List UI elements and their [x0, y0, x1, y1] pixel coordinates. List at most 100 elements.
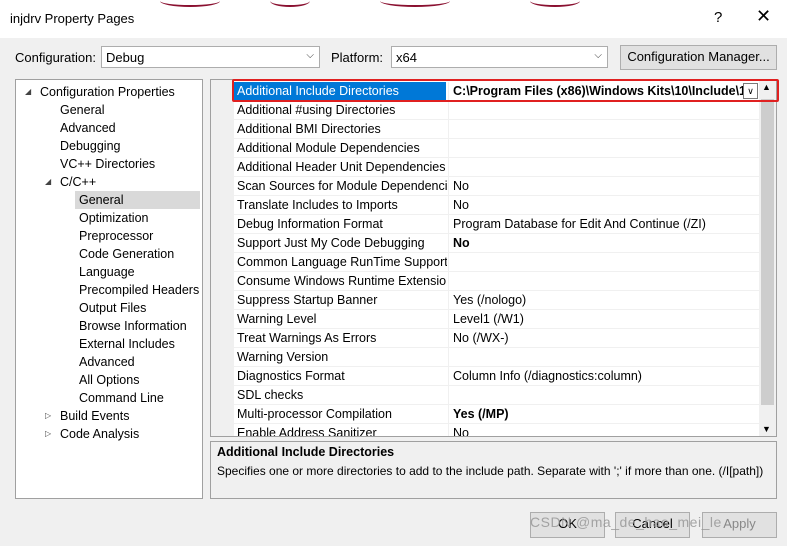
property-row[interactable]: Diagnostics Format Column Info (/diagnost…	[234, 367, 761, 386]
description-panel: Additional Include Directories Specifies…	[210, 441, 777, 499]
property-tree[interactable]: ◢ Configuration Properties General Advanced…	[15, 79, 203, 499]
description-title: Additional Include Directories	[217, 445, 395, 459]
apply-button[interactable]: Apply	[702, 512, 777, 538]
configuration-select[interactable]: Debug ⌵	[101, 46, 320, 68]
property-value[interactable]: Yes (/nologo)	[448, 291, 758, 309]
expand-toggle-icon[interactable]: ◢	[25, 87, 31, 96]
tree-item[interactable]: Configuration Properties	[40, 83, 175, 101]
grid-gutter	[211, 80, 234, 436]
property-row[interactable]: Enable Address Sanitizer No	[234, 424, 761, 437]
property-row[interactable]: Treat Warnings As Errors No (/WX-)	[234, 329, 761, 348]
property-row[interactable]: Common Language RunTime Support	[234, 253, 761, 272]
help-button[interactable]: ?	[714, 9, 722, 26]
tree-item[interactable]: Debugging	[60, 137, 120, 155]
property-value[interactable]: No	[448, 177, 758, 195]
tree-item[interactable]: Advanced	[60, 119, 116, 137]
property-name: Additional Module Dependencies	[237, 141, 420, 155]
chevron-down-icon: ⌵	[306, 50, 314, 61]
background-window-bleed	[150, 0, 650, 7]
property-name: Additional BMI Directories	[237, 122, 381, 136]
scroll-up-icon[interactable]: ▲	[762, 82, 771, 92]
close-button[interactable]: ✕	[756, 6, 771, 27]
configuration-label: Configuration:	[15, 50, 96, 65]
tree-item[interactable]: External Includes	[79, 335, 175, 353]
tree-item[interactable]: Optimization	[79, 209, 148, 227]
property-name: Warning Level	[237, 312, 317, 326]
description-text: Specifies one or more directories to add…	[217, 464, 764, 478]
property-name: Diagnostics Format	[237, 369, 345, 383]
property-value[interactable]	[448, 272, 758, 290]
property-value[interactable]	[448, 386, 758, 404]
property-value[interactable]	[448, 348, 758, 366]
property-name: Multi-processor Compilation	[237, 407, 392, 421]
property-value[interactable]	[448, 101, 758, 119]
expand-toggle-icon[interactable]: ◢	[45, 177, 51, 186]
tree-item[interactable]: General	[60, 101, 104, 119]
ok-button[interactable]: OK	[530, 512, 605, 538]
property-row[interactable]: Additional Header Unit Dependencies	[234, 158, 761, 177]
dropdown-arrow-icon[interactable]: ∨	[743, 83, 758, 99]
property-value[interactable]: Yes (/MP)	[448, 405, 758, 423]
vertical-scrollbar[interactable]: ▲ ▼	[759, 80, 776, 436]
tree-item[interactable]: All Options	[79, 371, 139, 389]
tree-item[interactable]: Preprocessor	[79, 227, 153, 245]
property-value[interactable]: No	[448, 234, 758, 252]
title-bar: injdrv Property Pages ? ✕	[0, 0, 787, 38]
property-name: Common Language RunTime Support	[237, 255, 447, 269]
property-row[interactable]: Additional Module Dependencies	[234, 139, 761, 158]
configuration-manager-button[interactable]: Configuration Manager...	[620, 45, 777, 70]
scroll-down-icon[interactable]: ▼	[762, 424, 771, 434]
property-row[interactable]: SDL checks	[234, 386, 761, 405]
property-name: Consume Windows Runtime Extension	[237, 274, 447, 288]
property-name: Additional #using Directories	[237, 103, 396, 117]
cancel-button[interactable]: Cancel	[615, 512, 690, 538]
property-row[interactable]: Additional #using Directories	[234, 101, 761, 120]
property-value[interactable]: Column Info (/diagnostics:column)	[448, 367, 758, 385]
property-row[interactable]: Multi-processor Compilation Yes (/MP)	[234, 405, 761, 424]
property-value[interactable]: Level1 (/W1)	[448, 310, 758, 328]
property-name: Enable Address Sanitizer	[237, 426, 377, 437]
tree-item[interactable]: Precompiled Headers	[79, 281, 199, 299]
tree-item[interactable]: Build Events	[60, 407, 129, 425]
property-value[interactable]: No	[448, 196, 758, 214]
platform-select[interactable]: x64 ⌵	[391, 46, 608, 68]
tree-item[interactable]: Language	[79, 263, 135, 281]
property-name: Treat Warnings As Errors	[237, 331, 377, 345]
property-value[interactable]	[448, 158, 758, 176]
collapse-toggle-icon[interactable]: ▷	[45, 429, 51, 438]
property-name: Scan Sources for Module Dependencies	[237, 179, 447, 193]
property-row[interactable]: Debug Information Format Program Database…	[234, 215, 761, 234]
property-row[interactable]: Support Just My Code Debugging No	[234, 234, 761, 253]
property-value[interactable]: Program Database for Edit And Continue (…	[448, 215, 758, 233]
property-grid[interactable]: Additional Include Directories C:\Program…	[210, 79, 777, 437]
property-row[interactable]: Additional BMI Directories	[234, 120, 761, 139]
configuration-value: Debug	[106, 50, 145, 65]
tree-item[interactable]: VC++ Directories	[60, 155, 155, 173]
property-row[interactable]: Warning Level Level1 (/W1)	[234, 310, 761, 329]
property-row[interactable]: Translate Includes to Imports No	[234, 196, 761, 215]
property-name: SDL checks	[237, 388, 304, 402]
tree-item[interactable]: General	[75, 191, 200, 209]
tree-item[interactable]: Code Analysis	[60, 425, 139, 443]
tree-item[interactable]: C/C++	[60, 173, 96, 191]
property-row[interactable]: Warning Version	[234, 348, 761, 367]
property-row[interactable]: Consume Windows Runtime Extension	[234, 272, 761, 291]
property-name: Translate Includes to Imports	[237, 198, 398, 212]
property-row[interactable]: Suppress Startup Banner Yes (/nologo)	[234, 291, 761, 310]
property-value[interactable]: No	[448, 424, 758, 436]
tree-item[interactable]: Command Line	[79, 389, 164, 407]
property-value[interactable]	[448, 139, 758, 157]
property-value[interactable]: C:\Program Files (x86)\Windows Kits\10\I…	[448, 82, 744, 100]
property-value[interactable]	[448, 253, 758, 271]
tree-item[interactable]: Browse Information	[79, 317, 187, 335]
tree-item[interactable]: Advanced	[79, 353, 135, 371]
collapse-toggle-icon[interactable]: ▷	[45, 411, 51, 420]
tree-item[interactable]: Output Files	[79, 299, 146, 317]
property-row[interactable]: Additional Include Directories C:\Program…	[234, 82, 761, 101]
property-row[interactable]: Scan Sources for Module Dependencies No	[234, 177, 761, 196]
property-value[interactable]	[448, 120, 758, 138]
tree-item[interactable]: Code Generation	[79, 245, 174, 263]
property-value[interactable]: No (/WX-)	[448, 329, 758, 347]
property-name: Support Just My Code Debugging	[237, 236, 425, 250]
scroll-thumb[interactable]	[761, 99, 774, 405]
